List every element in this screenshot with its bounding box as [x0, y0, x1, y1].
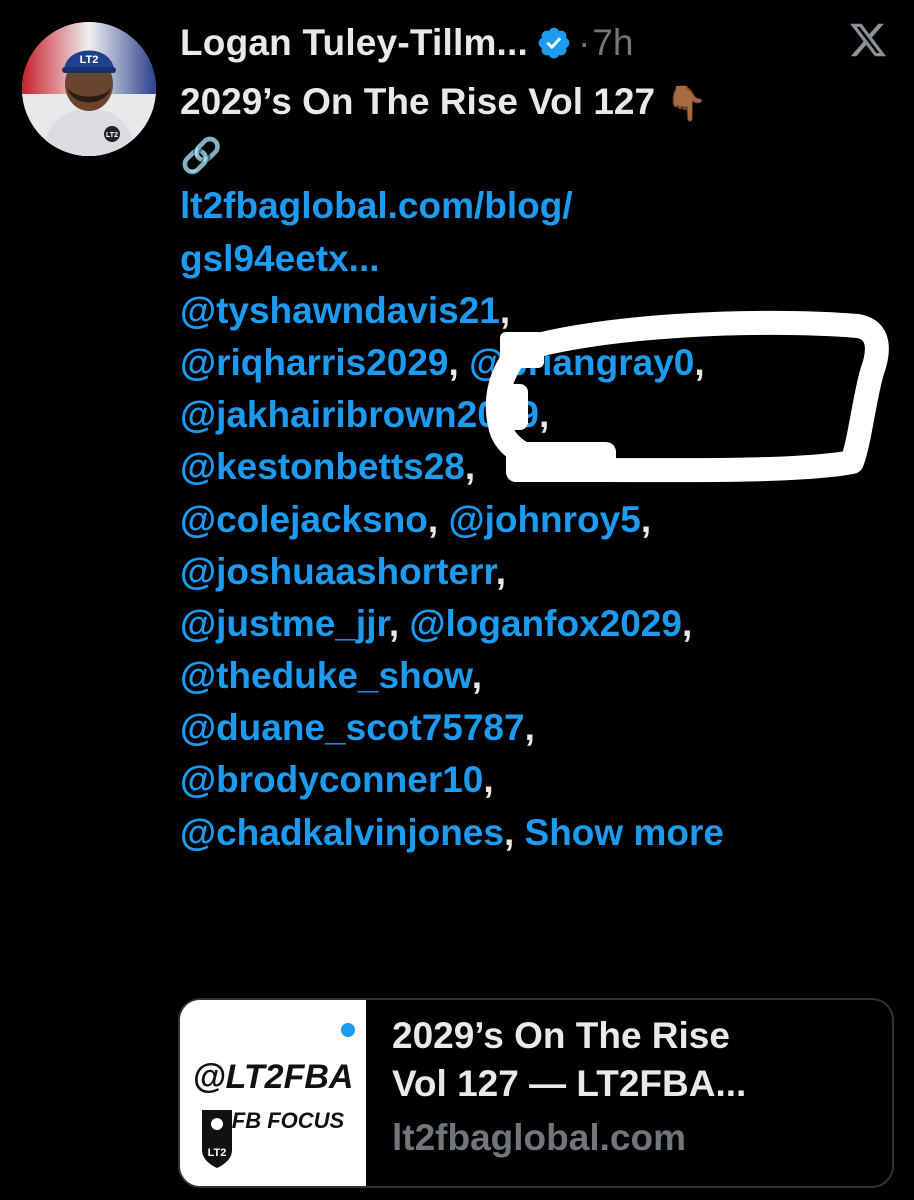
tweet-line: 🔗 [180, 128, 900, 180]
mention-link[interactable]: @joshuaashorterr [180, 551, 496, 592]
card-title-line2: Vol 127 — LT2FBA... [392, 1063, 747, 1104]
tweet-line: @chadkalvinjones, Show more [180, 807, 900, 859]
tweet-text-fragment: , [495, 550, 507, 592]
tweet-text-fragment: , [499, 289, 511, 331]
shirt-logo-text: LT2 [106, 132, 118, 139]
tweet-line: 2029’s On The Rise Vol 127 👇🏾 [180, 76, 900, 128]
card-thumbnail: @LT2FBA FB FOCUS LT2 [180, 1000, 366, 1186]
mention-link[interactable]: @duane_scot75787 [180, 707, 525, 748]
tweet-text-fragment: , [694, 341, 705, 383]
tweet-line: @joshuaashorterr, [180, 546, 900, 598]
scribble-patch [500, 332, 544, 368]
tweet-timestamp[interactable]: 7h [592, 22, 633, 64]
scribble-patch [492, 384, 528, 430]
tweet-line: @brodyconner10, [180, 754, 900, 806]
tweet-text-fragment: , [538, 394, 550, 436]
mention-link[interactable]: @johnroy5 [448, 499, 640, 540]
author-avatar[interactable]: LT2 LT2 [22, 22, 156, 156]
tweet-text-fragment: , [503, 811, 525, 853]
tweet-text-fragment: 2029’s On The Rise Vol 127 [180, 81, 666, 122]
tweet-line: @duane_scot75787, [180, 702, 900, 754]
tweet-text-fragment: , [483, 759, 494, 801]
card-domain: lt2fbaglobal.com [392, 1117, 686, 1158]
mention-link[interactable]: @kestonbetts28 [180, 446, 465, 487]
link-preview-card[interactable]: @LT2FBA FB FOCUS LT2 2029’s On The Rise … [178, 998, 894, 1188]
thumb-handle-text: @LT2FBA [193, 1058, 354, 1096]
tweet-line: @tyshawndavis21, [180, 285, 900, 337]
tweet-line: gsl94eetx... [180, 233, 900, 285]
mention-link[interactable]: @loganfox2029 [409, 603, 682, 644]
card-title-line1: 2029’s On The Rise [392, 1015, 730, 1056]
tweet-line: @justme_jjr, @loganfox2029, [180, 598, 900, 650]
tweet-text-fragment: , [388, 602, 410, 644]
url-link[interactable]: lt2fbaglobal.com/blog/ [180, 185, 573, 226]
tweet-text-fragment: , [640, 498, 652, 540]
separator-dot: · [577, 22, 591, 63]
mention-link[interactable]: @jakhairibrown2029 [180, 394, 539, 435]
tweet-text-fragment: , [464, 446, 476, 488]
tweet-line: lt2fbaglobal.com/blog/ [180, 180, 900, 232]
mention-link[interactable]: @tyshawndavis21 [180, 290, 500, 331]
scribble-patch [506, 442, 616, 482]
thumb-subtitle-text: FB FOCUS [232, 1108, 345, 1133]
mention-link[interactable]: @colejacksno [180, 499, 428, 540]
tweet-text-fragment: , [427, 498, 449, 540]
tweet-text-fragment: , [681, 602, 693, 644]
tweet-line: @colejacksno, @johnroy5, [180, 494, 900, 546]
tweet-header: Logan Tuley-Tillm... · 7h [180, 14, 633, 72]
cap-logo-text: LT2 [80, 54, 99, 66]
url-link[interactable]: gsl94eetx... [180, 238, 380, 279]
tweet-text-fragment: , [471, 655, 482, 697]
mention-link[interactable]: @brodyconner10 [180, 759, 483, 800]
tweet-line: @jakhairibrown2029, [180, 389, 900, 441]
pointing-down-emoji: 👇🏾 [665, 85, 708, 124]
tweet-text-fragment: , [448, 341, 470, 383]
x-logo-icon [850, 23, 887, 57]
mention-link[interactable]: @justme_jjr [180, 603, 389, 644]
card-text: 2029’s On The Rise Vol 127 — LT2FBA... l… [366, 1000, 764, 1186]
tweet-line: @theduke_show, [180, 650, 900, 702]
link-chain-emoji: 🔗 [180, 137, 223, 176]
verified-badge-icon [538, 27, 570, 59]
show-more-link[interactable]: Show more [525, 812, 724, 853]
mention-link[interactable]: @theduke_show [180, 655, 472, 696]
author-name[interactable]: Logan Tuley-Tillm... [180, 22, 528, 64]
mention-link[interactable]: @chadkalvinjones [180, 812, 504, 853]
tweet-text-fragment: , [524, 707, 535, 749]
thumb-badge-text: LT2 [208, 1147, 227, 1159]
mention-link[interactable]: @riqharris2029 [180, 342, 449, 383]
